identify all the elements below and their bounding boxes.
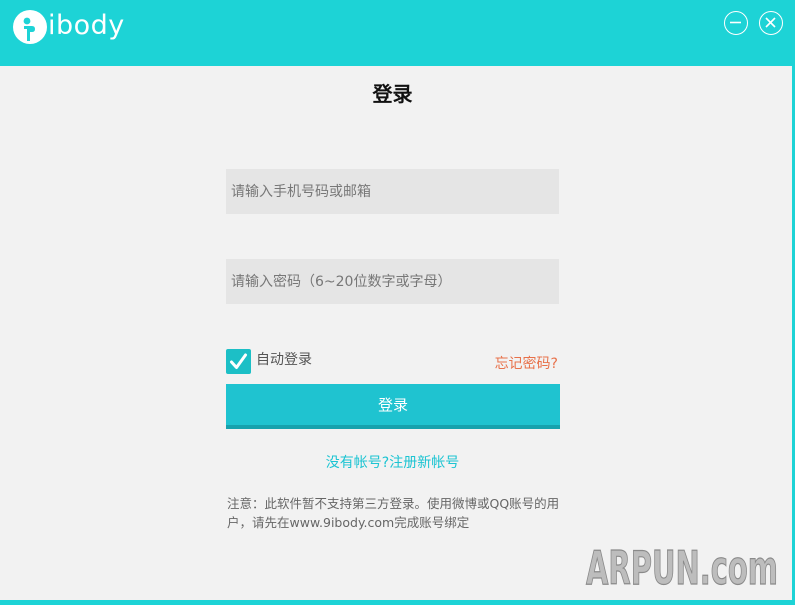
register-link[interactable]: 没有帐号?注册新帐号 bbox=[0, 453, 785, 473]
app-logo: ibody bbox=[13, 10, 125, 44]
logo-badge bbox=[13, 10, 47, 44]
account-input[interactable] bbox=[226, 169, 559, 214]
title-bar: ibody bbox=[0, 0, 795, 66]
notice-text: 注意：此软件暂不支持第三方登录。使用微博或QQ账号的用户，请先在www.9ibo… bbox=[227, 496, 560, 530]
minus-icon bbox=[730, 21, 741, 24]
logo-text: ibody bbox=[48, 10, 125, 41]
close-button[interactable] bbox=[759, 11, 783, 35]
auto-login-checkbox[interactable] bbox=[226, 349, 251, 374]
window-border-bottom bbox=[0, 600, 795, 605]
person-logo-icon bbox=[14, 11, 46, 43]
forgot-password-link[interactable]: 忘记密码? bbox=[470, 354, 558, 374]
auto-login-label[interactable]: 自动登录 bbox=[256, 350, 312, 370]
page-title: 登录 bbox=[372, 82, 413, 106]
minimize-button[interactable] bbox=[724, 11, 748, 35]
checkmark-icon bbox=[230, 353, 247, 369]
watermark: ARPUN.com bbox=[585, 540, 778, 595]
login-button[interactable]: 登录 bbox=[226, 384, 560, 429]
close-icon bbox=[765, 17, 776, 28]
password-input[interactable] bbox=[226, 259, 559, 304]
watermark-text: ARPUN.com bbox=[586, 541, 778, 595]
